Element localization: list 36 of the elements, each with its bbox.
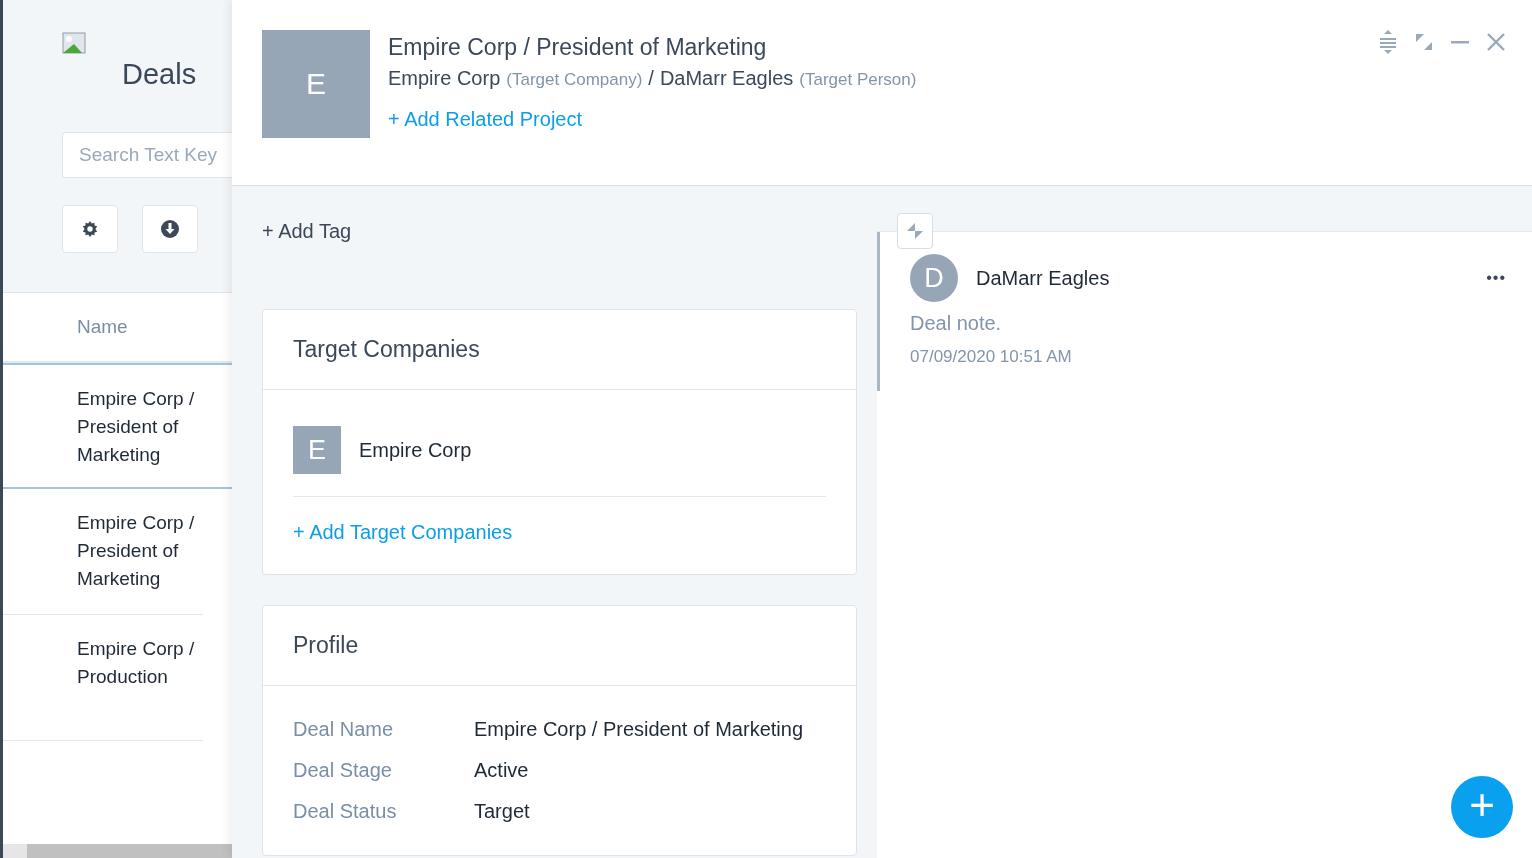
card-title: Profile <box>263 606 856 686</box>
note-timestamp: 07/09/2020 10:51 AM <box>910 347 1073 367</box>
entity-name: Empire Corp <box>388 67 501 90</box>
collapse-icon <box>905 221 925 241</box>
scrollbar-thumb[interactable] <box>27 844 232 858</box>
collapse-button[interactable] <box>897 213 933 249</box>
download-button[interactable] <box>142 205 198 253</box>
page-title: Deals <box>122 58 198 91</box>
deal-title: Empire Corp / President of Marketing <box>388 34 768 61</box>
field-label: Deal Stage <box>293 759 393 782</box>
entity-name: DaMarr Eagles <box>659 67 794 90</box>
field-label: Deal Status <box>293 800 398 823</box>
broken-image-icon <box>62 32 88 54</box>
settings-icon <box>81 220 99 238</box>
entity-role: (Target Company) <box>506 70 643 90</box>
add-tag-link[interactable]: + Add Tag <box>262 220 857 243</box>
field-label: Deal Name <box>293 718 395 741</box>
company-name[interactable]: Empire Corp <box>359 438 472 462</box>
deal-row[interactable]: Empire Corp / Production <box>3 615 203 741</box>
settings-button[interactable] <box>62 205 118 253</box>
entity-role: (Target Person) <box>799 70 917 90</box>
field-value: Active <box>474 759 530 782</box>
separator: / <box>648 67 654 90</box>
field-value: Empire Corp / President of Marketing <box>474 718 805 741</box>
expand-vertical-icon[interactable] <box>1378 30 1398 54</box>
more-options-button[interactable]: ••• <box>1486 269 1506 287</box>
field-value: Target <box>474 800 531 823</box>
author-avatar: D <box>910 254 958 302</box>
card-title: Target Companies <box>263 310 856 390</box>
download-circle-icon <box>160 219 180 239</box>
note-author: DaMarr Eagles <box>976 266 1111 290</box>
deal-avatar: E <box>262 30 370 138</box>
note-text: Deal note. <box>910 312 1003 335</box>
deal-row[interactable]: Empire Corp / President of Marketing <box>3 489 203 615</box>
search-field[interactable]: Search Text Key <box>62 132 232 178</box>
company-avatar: E <box>293 426 341 474</box>
